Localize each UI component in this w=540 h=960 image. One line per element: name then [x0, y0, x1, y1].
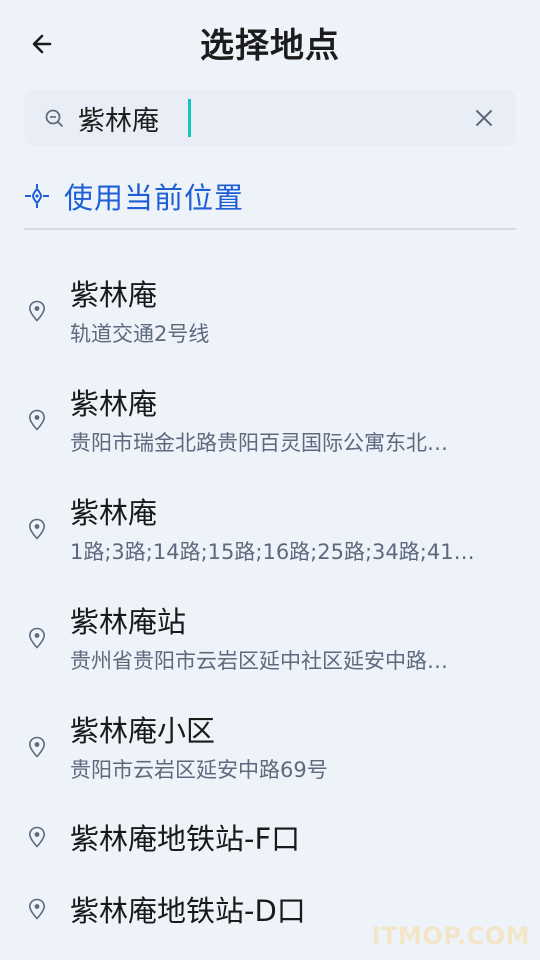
use-current-location-button[interactable]: 使用当前位置: [24, 170, 516, 222]
list-item[interactable]: 紫林庵地铁站-F口: [0, 806, 540, 870]
close-icon: [476, 110, 492, 126]
clear-search-button[interactable]: [470, 104, 498, 132]
list-item[interactable]: 紫林庵 1路;3路;14路;15路;16路;25路;34路;41…: [0, 480, 540, 580]
map-pin-icon: [28, 627, 46, 649]
result-subtitle: 贵州省贵阳市云岩区延中社区延安中路…: [70, 649, 448, 673]
map-pin-icon: [28, 409, 46, 431]
use-current-location-label: 使用当前位置: [64, 181, 245, 215]
result-subtitle: 贵阳市瑞金北路贵阳百灵国际公寓东北…: [70, 431, 448, 455]
result-title: 紫林庵: [70, 387, 158, 421]
result-subtitle: 1路;3路;14路;15路;16路;25路;34路;41…: [70, 540, 475, 564]
search-input[interactable]: [78, 96, 458, 140]
result-title: 紫林庵地铁站-F口: [70, 822, 301, 856]
map-pin-icon: [28, 518, 46, 540]
list-item[interactable]: 紫林庵 贵阳市瑞金北路贵阳百灵国际公寓东北…: [0, 371, 540, 471]
result-title: 紫林庵: [70, 278, 158, 312]
map-pin-icon: [28, 898, 46, 920]
map-pin-icon: [28, 300, 46, 322]
map-pin-icon: [28, 826, 46, 848]
location-picker-screen: 选择地点 使用当前位置 紫林: [0, 0, 540, 960]
result-title: 紫林庵地铁站-D口: [70, 894, 306, 928]
result-subtitle: 轨道交通2号线: [70, 322, 210, 346]
result-title: 紫林庵站: [70, 605, 187, 639]
page-title: 选择地点: [200, 26, 340, 66]
divider: [24, 228, 516, 230]
location-crosshair-icon: [25, 184, 49, 208]
search-bar: [24, 90, 516, 146]
text-caret: [188, 99, 191, 137]
watermark: ITMOP.COM: [371, 922, 530, 950]
list-item[interactable]: 紫林庵 轨道交通2号线: [0, 262, 540, 362]
header: 选择地点: [0, 0, 540, 86]
result-title: 紫林庵: [70, 496, 158, 530]
result-title: 紫林庵小区: [70, 714, 216, 748]
map-pin-icon: [28, 736, 46, 758]
result-subtitle: 贵阳市云岩区延安中路69号: [70, 758, 328, 782]
list-item[interactable]: 紫林庵小区 贵阳市云岩区延安中路69号: [0, 698, 540, 798]
list-item[interactable]: 紫林庵站 贵州省贵阳市云岩区延中社区延安中路…: [0, 589, 540, 689]
search-icon: [45, 109, 63, 127]
